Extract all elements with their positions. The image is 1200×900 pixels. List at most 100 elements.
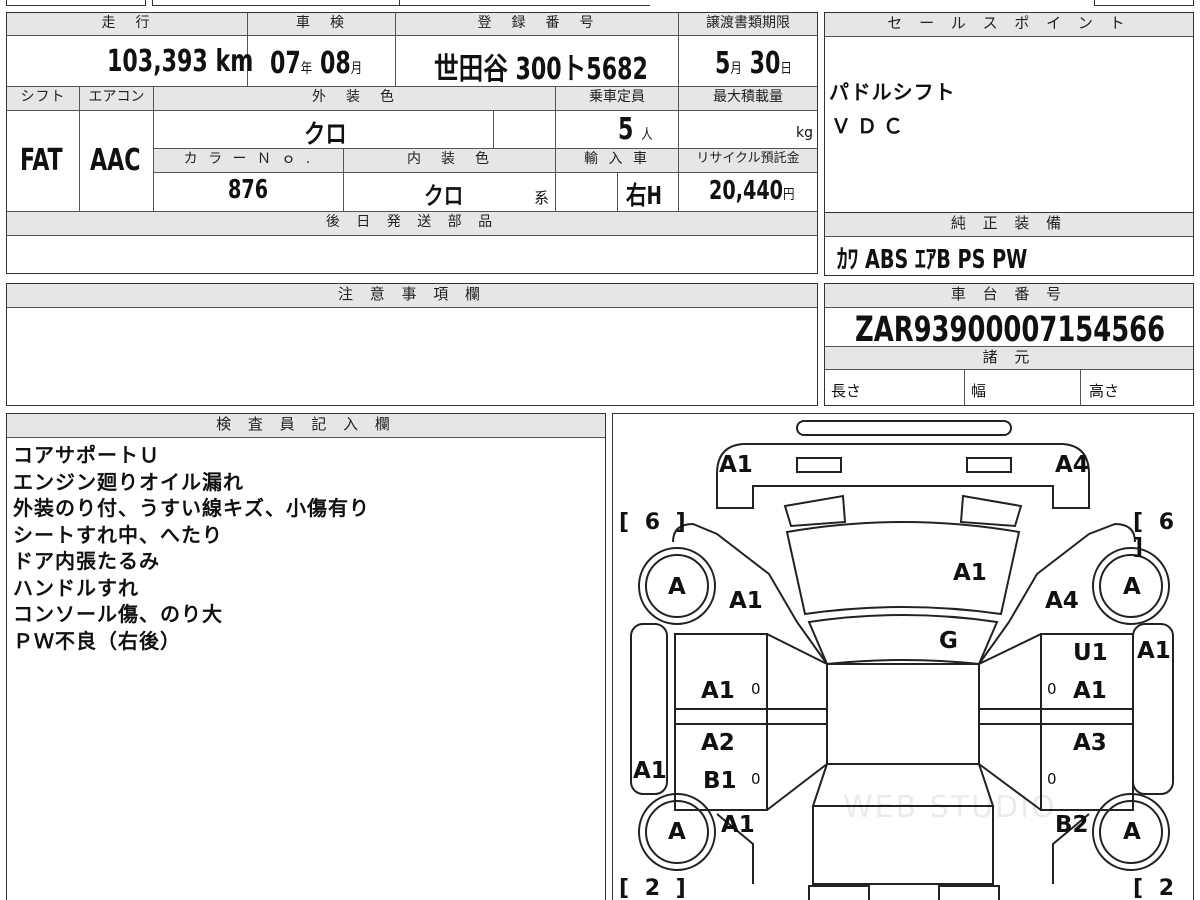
damage-door-front-right: A1	[1073, 678, 1107, 704]
inspector-line: ハンドルすれ	[13, 575, 139, 600]
mileage-value: 103,393	[107, 44, 208, 79]
chassis-number: ZAR93900007154566	[855, 310, 1166, 350]
aircon-cell: AAC	[80, 111, 154, 212]
damage-windshield: G	[939, 628, 958, 654]
equipment-panel: 純 正 装 備 ｶﾜ ABS ｴｱB PS PW	[824, 212, 1194, 276]
damage-sill-left: A1	[633, 758, 667, 784]
damage-hood: A1	[953, 560, 987, 586]
equipment-header: 純 正 装 備	[825, 213, 1193, 237]
spec-height: 高さ	[1081, 370, 1195, 406]
damage-door-rear-left-b: B1	[703, 768, 737, 794]
recycle-fee-value: 20,440	[709, 176, 784, 206]
notes-panel: 注 意 事 項 欄	[6, 283, 818, 406]
damage-fender-front-right: A4	[1045, 588, 1079, 614]
chassis-panel: 車 台 番 号 ZAR93900007154566 諸 元 長さ 幅 高さ	[824, 283, 1194, 406]
sales-point-item-2: ＶＤＣ	[831, 114, 909, 138]
shift-value: FAT	[20, 143, 63, 178]
import-blank	[556, 173, 618, 212]
color-no-cell: 876	[154, 173, 344, 212]
spec-length-label: 長さ	[831, 382, 862, 400]
max-load-cell: kg	[679, 111, 818, 149]
mileage-header: 走 行	[6, 12, 248, 36]
shift-header: シフト	[6, 87, 80, 111]
inspector-line: シートすれ中、へたり	[13, 522, 223, 547]
capacity-cell: 5 人	[556, 111, 679, 149]
color-no-header: カ ラ ー Ｎ ｏ .	[154, 149, 344, 173]
year-unit: 年	[300, 61, 313, 77]
wheel-front-right-label: A	[1123, 574, 1141, 600]
transfer-deadline-header: 譲渡書類期限	[679, 12, 818, 36]
import-value: 右H	[626, 181, 662, 210]
damage-fender-front-left: A1	[729, 588, 763, 614]
tire-depth-rear-left: [ 2 ]	[619, 876, 690, 900]
deadline-month-unit: 月	[730, 61, 742, 77]
damage-door-front-left: A1	[701, 678, 735, 704]
damage-door-front-right-top: U1	[1073, 640, 1108, 666]
capacity-header: 乗車定員	[556, 87, 679, 111]
chassis-header: 車 台 番 号	[825, 284, 1193, 308]
damage-fender-rear-right: B2	[1055, 812, 1089, 838]
registration-number: 世田谷 300ト5682	[434, 52, 648, 87]
damage-map-panel: [ 6 ] [ 6 ] [ 2 ] [ 2 ] A A A A A1 A4 A1…	[612, 413, 1194, 900]
inspection-header: 車 検	[248, 12, 396, 36]
damage-fender-rear-left: A1	[721, 812, 755, 838]
inspector-line: 外装のり付、うすい線キズ、小傷有り	[13, 496, 370, 520]
inspector-line: ドア内張たるみ	[13, 549, 160, 573]
import-cell: 右H	[618, 173, 679, 212]
top-strip	[6, 0, 1194, 8]
damage-door-rear-left-depth: 0	[751, 770, 761, 788]
inspection-year: 07	[270, 46, 301, 81]
interior-suffix: 系	[534, 189, 550, 207]
wheel-rear-left-label: A	[668, 819, 686, 845]
tire-depth-rear-right: [ 2 ]	[1133, 876, 1179, 900]
inspection-cell: 07年 08月	[248, 36, 396, 87]
shift-cell: FAT	[6, 111, 80, 212]
mileage-cell: 103,393 km	[6, 36, 253, 87]
tire-depth-front-right: [ 6 ]	[1133, 510, 1179, 560]
inspector-panel: 検 査 員 記 入 欄 コアサポートＵ エンジン廻りオイル漏れ 外装のり付、うす…	[6, 413, 606, 900]
later-parts-body	[6, 236, 818, 274]
damage-door-front-left-depth: 0	[751, 680, 761, 698]
deadline-day: 30	[749, 46, 781, 81]
max-load-header: 最大積載量	[679, 87, 818, 111]
interior-color-value: クロ	[424, 182, 464, 210]
exterior-color-header: 外 装 色	[154, 87, 556, 111]
month-unit: 月	[350, 61, 363, 77]
watermark: WEB STUDIO	[843, 790, 1057, 825]
inspection-month: 08	[319, 46, 351, 81]
spec-length: 長さ	[825, 370, 965, 406]
interior-color-header: 内 装 色	[344, 149, 556, 173]
notes-header: 注 意 事 項 欄	[7, 284, 817, 308]
deadline-day-unit: 日	[780, 61, 792, 77]
vehicle-info-table: 走 行 車 検 登 録 番 号 譲渡書類期限 103,393 km 07年 08…	[6, 0, 818, 276]
import-header: 輸 入 車	[556, 149, 679, 173]
capacity-unit: 人	[641, 127, 653, 143]
capacity-value: 5	[618, 112, 634, 147]
color-no-value: 876	[228, 175, 269, 205]
specs-header: 諸 元	[825, 346, 1193, 370]
exterior-color-extra	[494, 111, 556, 149]
damage-door-rear-right: A3	[1073, 730, 1107, 756]
inspector-line: エンジン廻りオイル漏れ	[13, 469, 244, 494]
registration-cell: 世田谷 300ト5682	[396, 36, 679, 87]
sales-point-panel: セ ー ル ス ポ イ ン ト パドルシフト ＶＤＣ	[824, 12, 1194, 214]
yen-unit: 円	[783, 187, 795, 203]
damage-sill-right: A1	[1137, 638, 1171, 664]
aircon-header: エアコン	[80, 87, 154, 111]
later-parts-header: 後 日 発 送 部 品	[6, 212, 818, 236]
load-unit: kg	[796, 125, 813, 141]
inspector-line: コンソール傷、のり大	[13, 602, 223, 626]
inspector-notes: コアサポートＵ エンジン廻りオイル漏れ 外装のり付、うすい線キズ、小傷有り シー…	[13, 442, 370, 654]
inspector-line: コアサポートＵ	[13, 443, 160, 467]
inspector-line: ＰＷ不良（右後）	[13, 628, 181, 653]
exterior-color-cell: クロ	[154, 111, 494, 150]
interior-color-cell: クロ 系	[344, 173, 556, 212]
damage-door-front-right-depth: 0	[1047, 680, 1057, 698]
wheel-rear-right-label: A	[1123, 819, 1141, 845]
sales-point-item-1: パドルシフト	[829, 80, 956, 104]
spec-height-label: 高さ	[1089, 382, 1120, 400]
spec-width-label: 幅	[971, 382, 987, 400]
deadline-month: 5	[715, 46, 731, 81]
recycle-fee-cell: 20,440円	[679, 173, 818, 212]
registration-header: 登 録 番 号	[396, 12, 679, 36]
